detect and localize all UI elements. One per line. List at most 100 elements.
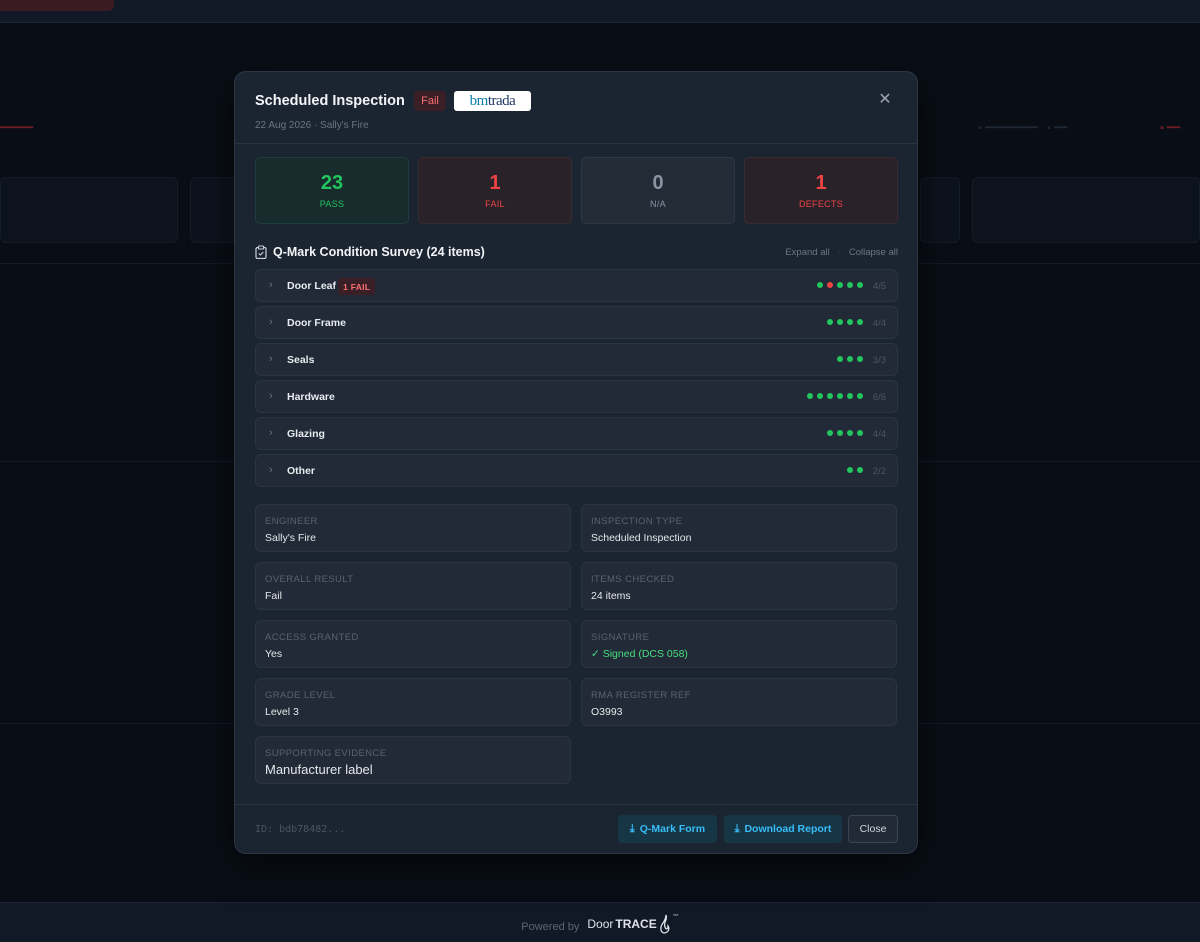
- app-topbar: [0, 0, 1200, 23]
- brand-trace: TRACE: [615, 916, 657, 931]
- pass-dot: [817, 282, 823, 288]
- chevron-right-icon: ›: [269, 464, 273, 476]
- pass-dot: [807, 393, 813, 399]
- download-icon: ⤓: [629, 822, 635, 835]
- pass-dot: [857, 467, 863, 473]
- separator: ·: [837, 247, 841, 258]
- stat-label: N/A: [650, 199, 666, 209]
- pass-dot: [857, 430, 863, 436]
- modal-footer: ID: bdb78482... ⤓ Q-Mark Form ⤓ Download…: [235, 804, 917, 854]
- chevron-right-icon: ›: [269, 316, 273, 328]
- rma-register-ref-field: RMA REGISTER REF O3993: [581, 678, 897, 726]
- bmtrada-logo: bm trada: [454, 91, 531, 111]
- inspection-modal: Scheduled Inspection Fail bm trada 22 Aug…: [234, 71, 918, 854]
- button-label: Download Report: [744, 823, 832, 835]
- stat-label: PASS: [319, 199, 345, 209]
- field-value: Yes: [265, 648, 283, 660]
- inspection-type-field: INSPECTION TYPE Scheduled Inspection: [581, 504, 897, 552]
- qmark-form-button[interactable]: ⤓ Q-Mark Form: [618, 815, 717, 843]
- result-dots: [817, 282, 863, 288]
- stats-row: 23 PASS 1 FAIL 0 N/A 1 DEFECTS: [255, 157, 898, 224]
- app-topbar-pill: [0, 0, 114, 11]
- survey-item-door-frame[interactable]: › Door Frame 4/4: [255, 306, 898, 339]
- supporting-evidence-field: SUPPORTING EVIDENCE Manufacturer label: [255, 736, 571, 784]
- field-label: GRADE LEVEL: [265, 690, 336, 701]
- bg-toolbar: ▪ ━━━━━━━━ ▪ ━━: [978, 122, 1077, 134]
- survey-item-glazing[interactable]: › Glazing 4/4: [255, 417, 898, 450]
- field-value: Fail: [265, 590, 282, 602]
- field-label: ACCESS GRANTED: [265, 632, 359, 643]
- result-dots: [807, 393, 863, 399]
- survey-header: Q-Mark Condition Survey (24 items) Expan…: [255, 244, 898, 262]
- stat-value: 23: [320, 172, 344, 194]
- item-name: Door Frame: [287, 317, 346, 329]
- survey-item-other[interactable]: › Other 2/2: [255, 454, 898, 487]
- download-icon: ⤓: [734, 822, 740, 835]
- result-dots: [837, 356, 863, 362]
- item-name: Door Leaf: [287, 280, 337, 292]
- pass-dot: [847, 319, 853, 325]
- clipboard-icon: [255, 245, 267, 259]
- fail-dot: [827, 282, 833, 288]
- close-button[interactable]: Close: [848, 815, 898, 843]
- brand-door: Door: [587, 916, 614, 931]
- item-name: Other: [287, 465, 316, 477]
- field-value: Sally's Fire: [265, 532, 317, 544]
- field-value: Scheduled Inspection: [591, 532, 692, 544]
- logo-bm: bm: [469, 92, 489, 109]
- chevron-right-icon: ›: [269, 353, 273, 365]
- result-dots: [827, 430, 863, 436]
- pass-dot: [837, 430, 843, 436]
- stat-value: 1: [815, 172, 827, 194]
- item-count: 3/3: [872, 355, 886, 366]
- download-report-button[interactable]: ⤓ Download Report: [724, 815, 842, 843]
- powered-by-text: Powered by: [521, 920, 580, 933]
- stat-label: DEFECTS: [798, 199, 844, 209]
- pass-dot: [827, 430, 833, 436]
- survey-item-seals[interactable]: › Seals 3/3: [255, 343, 898, 376]
- pass-dot: [847, 356, 853, 362]
- collapse-all-link[interactable]: Collapse all: [849, 247, 898, 258]
- pass-dot: [847, 467, 853, 473]
- field-value: Level 3: [265, 706, 299, 718]
- stat-fail: 1 FAIL: [418, 157, 572, 224]
- stat-pass: 23 PASS: [255, 157, 409, 224]
- pass-dot: [837, 319, 843, 325]
- field-label: INSPECTION TYPE: [591, 516, 683, 527]
- modal-subtitle: 22 Aug 2026 · Sally's Fire: [255, 120, 369, 131]
- pass-dot: [857, 393, 863, 399]
- fail-badge: 1 FAIL: [338, 278, 376, 295]
- pass-dot: [857, 356, 863, 362]
- field-value: O3993: [591, 706, 623, 718]
- expand-all-link[interactable]: Expand all: [785, 247, 829, 258]
- chevron-right-icon: ›: [269, 427, 273, 439]
- survey-actions: Expand all · Collapse all: [785, 247, 898, 258]
- field-label: RMA REGISTER REF: [591, 690, 691, 701]
- items-checked-field: ITEMS CHECKED 24 items: [581, 562, 897, 610]
- field-value: Manufacturer label: [265, 762, 373, 777]
- item-count: 4/4: [872, 429, 886, 440]
- pass-dot: [827, 393, 833, 399]
- item-name: Glazing: [287, 428, 325, 440]
- bg-red-button: ▪ ━━: [1160, 122, 1181, 134]
- stat-value: 1: [489, 172, 501, 194]
- chevron-right-icon: ›: [269, 390, 273, 402]
- survey-item-door-leaf[interactable]: › Door Leaf 1 FAIL 4/5: [255, 269, 898, 302]
- item-count: 6/6: [872, 392, 886, 403]
- signature-field: SIGNATURE ✓ Signed (DCS 058): [581, 620, 897, 668]
- field-value: 24 items: [591, 590, 631, 602]
- pass-dot: [837, 282, 843, 288]
- access-granted-field: ACCESS GRANTED Yes: [255, 620, 571, 668]
- stat-defects: 1 DEFECTS: [744, 157, 898, 224]
- flame-icon: [659, 914, 670, 934]
- doortrace-logo: Door TRACE ™: [587, 914, 679, 934]
- item-count: 4/4: [872, 318, 886, 329]
- modal-title: Scheduled Inspection: [255, 93, 405, 109]
- close-icon[interactable]: ✕: [876, 91, 894, 109]
- pass-dot: [847, 430, 853, 436]
- bg-card: [972, 177, 1200, 243]
- field-value: ✓ Signed (DCS 058): [591, 648, 688, 660]
- record-id: ID: bdb78482...: [255, 824, 346, 835]
- stat-value: 0: [652, 172, 664, 194]
- survey-item-hardware[interactable]: › Hardware 6/6: [255, 380, 898, 413]
